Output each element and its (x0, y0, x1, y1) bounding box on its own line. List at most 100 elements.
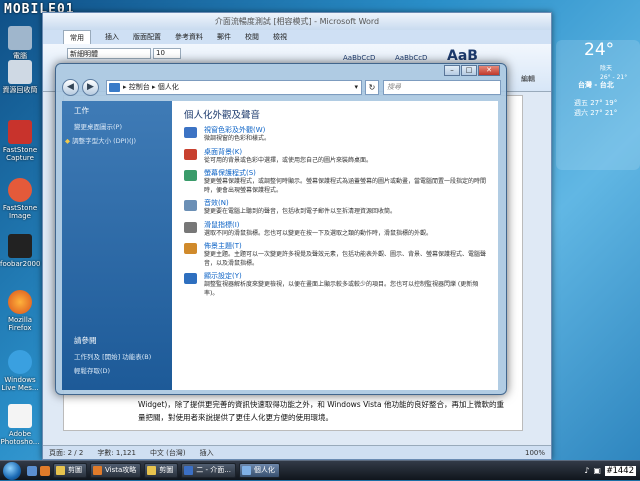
faststone-image-icon (8, 178, 32, 202)
computer-icon (8, 26, 32, 50)
style-normal[interactable]: AaBbCcD (343, 54, 375, 62)
window-color-icon (184, 127, 197, 138)
screen-saver-icon (184, 170, 197, 181)
maximize-button[interactable]: □ (461, 65, 477, 76)
weather-gadget[interactable]: 24° 陰天 26° - 21° 台灣 - 台北 週五 27° 19° 週六 27°… (556, 40, 640, 170)
forward-button[interactable]: ▶ (82, 79, 99, 96)
system-tray: ♪ ▣ #1442 (584, 461, 640, 481)
status-zoom[interactable]: 100% (525, 446, 551, 459)
see-also-section: 請參閱 工作列及 [開始] 功能表(B) 輕鬆存取(D) (62, 331, 172, 377)
font-size-select[interactable]: 10 (153, 48, 181, 59)
breadcrumb-personalization[interactable]: 個人化 (158, 83, 179, 91)
refresh-button[interactable]: ↻ (365, 80, 379, 95)
personalization-window: – □ ✕ ◀ ▶ ▸ 控制台 ▸ 個人化 ▾ ↻ 搜尋 工作 變更桌面圖示(P… (55, 63, 507, 395)
task-change-desktop-icons[interactable]: 變更桌面圖示(P) (62, 119, 172, 133)
tab-review[interactable]: 校閱 (245, 30, 259, 44)
status-page[interactable]: 頁面: 2 / 2 (49, 446, 83, 459)
close-button[interactable]: ✕ (478, 65, 500, 76)
status-mode[interactable]: 插入 (200, 446, 214, 459)
tab-references[interactable]: 參考資料 (175, 30, 203, 44)
item-screen-saver: 螢幕保護程式(S) 變更螢幕保護程式，或調整何時顯示。螢幕保護程式為涵蓋螢幕的圖片… (172, 169, 498, 195)
desktop-icon-photoshop[interactable]: Adobe Photosho... (0, 404, 40, 446)
window-controls: – □ ✕ (443, 65, 500, 76)
desktop-icon-foobar[interactable]: foobar2000 (0, 234, 40, 268)
item-link[interactable]: 佈景主題(T) (204, 242, 488, 251)
desktop-icon-recycle-bin[interactable]: 資源回收筒 (0, 60, 40, 94)
foobar-icon (8, 234, 32, 258)
tab-layout[interactable]: 版面配置 (133, 30, 161, 44)
item-theme: 佈景主題(T) 變更主題。主題可以一次變更許多視覺及聲效元素，包括功能表外觀、圖示… (172, 242, 498, 268)
taskbar-button[interactable]: Vista攻略 (90, 463, 142, 478)
font-name-select[interactable]: 新細明體 (67, 48, 151, 59)
show-desktop-icon[interactable] (27, 465, 37, 476)
back-button[interactable]: ◀ (62, 79, 79, 96)
item-display-settings: 顯示設定(Y) 調整監視器解析度來變更檢視，以便在畫面上顯示較多或較少的項目。您也… (172, 272, 498, 298)
style-no-spacing[interactable]: AaBbCcD (395, 54, 427, 62)
task-adjust-font-size[interactable]: ◆ 調整字型大小 (DPI)(J) (62, 133, 172, 147)
chevron-down-icon[interactable]: ▾ (354, 81, 358, 94)
item-link[interactable]: 顯示設定(Y) (204, 272, 488, 281)
search-input[interactable]: 搜尋 (383, 80, 501, 95)
item-description: 變更螢幕保護程式，或調整何時顯示。螢幕保護程式為涵蓋螢幕的圖片或動畫，當電腦閒置… (204, 178, 487, 194)
firefox-quicklaunch-icon[interactable] (40, 465, 50, 476)
desktop-icon-faststone-image[interactable]: FastStone Image (0, 178, 40, 220)
style-heading1[interactable]: AaB (447, 48, 478, 64)
item-description: 從可用的背景或色彩中選擇，或使用您自己的圖片來裝飾桌面。 (204, 156, 373, 164)
page-title: 個人化外觀及聲音 (184, 110, 261, 121)
item-link[interactable]: 螢幕保護程式(S) (204, 169, 488, 178)
tab-insert[interactable]: 插入 (105, 30, 119, 44)
see-also-taskbar[interactable]: 工作列及 [開始] 功能表(B) (62, 349, 172, 363)
control-panel-icon (241, 466, 251, 475)
network-icon[interactable]: ▣ (593, 466, 601, 475)
windows-orb-icon (3, 461, 21, 480)
item-mouse-pointers: 滑鼠指標(I) 選取不同的滑鼠指標。您也可以變更在按一下及選取之類的動作時，滑鼠指… (172, 221, 498, 239)
weather-temperature: 24° (584, 40, 615, 60)
item-description: 變更要在電腦上聽到的聲音，包括收到電子郵件以至拆清理資源回收筒。 (204, 208, 397, 215)
recycle-bin-icon (8, 60, 32, 84)
desktop-icon-live-messenger[interactable]: Windows Live Mes... (0, 350, 40, 392)
tab-mailings[interactable]: 郵件 (217, 30, 231, 44)
folder-icon (147, 466, 157, 475)
status-language[interactable]: 中文 (台灣) (150, 446, 186, 459)
desktop-icon-computer[interactable]: 電腦 (0, 26, 40, 60)
taskbar-button-active[interactable]: 個人化 (238, 463, 280, 478)
item-link[interactable]: 滑鼠指標(I) (204, 221, 488, 230)
desktop-icon-firefox[interactable]: Mozilla Firefox (0, 290, 40, 332)
mouse-pointer-icon (184, 221, 197, 233)
taskbar-button[interactable]: 二 - 介面... (181, 463, 236, 478)
theme-icon (184, 243, 197, 254)
item-link[interactable]: 視窗色彩及外觀(W) (204, 126, 488, 135)
item-description: 變更主題。主題可以一次變更許多視覺及聲效元素，包括功能表外觀、圖示、背景、螢幕保… (204, 251, 487, 267)
tab-home[interactable]: 常用 (63, 30, 91, 44)
status-words[interactable]: 字數: 1,121 (97, 446, 136, 459)
word-title: 介面流暢度測試 [相容模式] - Microsoft Word (43, 13, 551, 30)
item-link[interactable]: 音效(N) (204, 199, 488, 208)
tab-view[interactable]: 檢視 (273, 30, 287, 44)
sounds-icon (184, 200, 197, 211)
item-window-color: 視窗色彩及外觀(W) 微調視窗的色彩和樣式。 (172, 126, 498, 144)
breadcrumb: ▸ 控制台 ▸ 個人化 (123, 83, 179, 91)
desktop-icon-faststone-capture[interactable]: FastStone Capture (0, 120, 40, 162)
see-also-ease-of-access[interactable]: 輕鬆存取(D) (62, 363, 172, 377)
watermark-tag: #1442 (604, 465, 636, 476)
item-desktop-background: 桌面背景(K) 從可用的背景或色彩中選擇，或使用您自己的圖片來裝飾桌面。 (172, 148, 498, 166)
taskbar-button[interactable]: 剪圖 (144, 463, 179, 478)
document-text: Widget)，除了提供更完善的資訊快速取得功能之外，和 Windows Vis… (138, 400, 504, 422)
messenger-icon (8, 350, 32, 374)
weather-city: 台灣 - 台北 (578, 81, 614, 89)
firefox-icon (8, 290, 32, 314)
start-button[interactable] (0, 461, 24, 481)
item-link[interactable]: 桌面背景(K) (204, 148, 488, 157)
taskbar-button[interactable]: 剪圖 (53, 463, 87, 478)
firefox-icon (93, 466, 102, 475)
edit-button[interactable]: 編輯 (521, 74, 535, 84)
navigation-bar: ◀ ▶ ▸ 控制台 ▸ 個人化 ▾ ↻ 搜尋 (60, 78, 504, 98)
address-bar[interactable]: ▸ 控制台 ▸ 個人化 ▾ (106, 80, 362, 95)
item-description: 調整監視器解析度來變更檢視，以便在畫面上顯示較多或較少的項目。您也可以控制監視器… (204, 281, 479, 297)
item-description: 選取不同的滑鼠指標。您也可以變更在按一下及選取之類的動作時，滑鼠指標的外觀。 (204, 229, 433, 237)
weather-day: 週六 27° 21° (574, 109, 618, 117)
minimize-button[interactable]: – (444, 65, 460, 76)
breadcrumb-control-panel[interactable]: 控制台 (129, 83, 150, 91)
volume-icon[interactable]: ♪ (584, 466, 589, 475)
faststone-capture-icon (8, 120, 32, 144)
